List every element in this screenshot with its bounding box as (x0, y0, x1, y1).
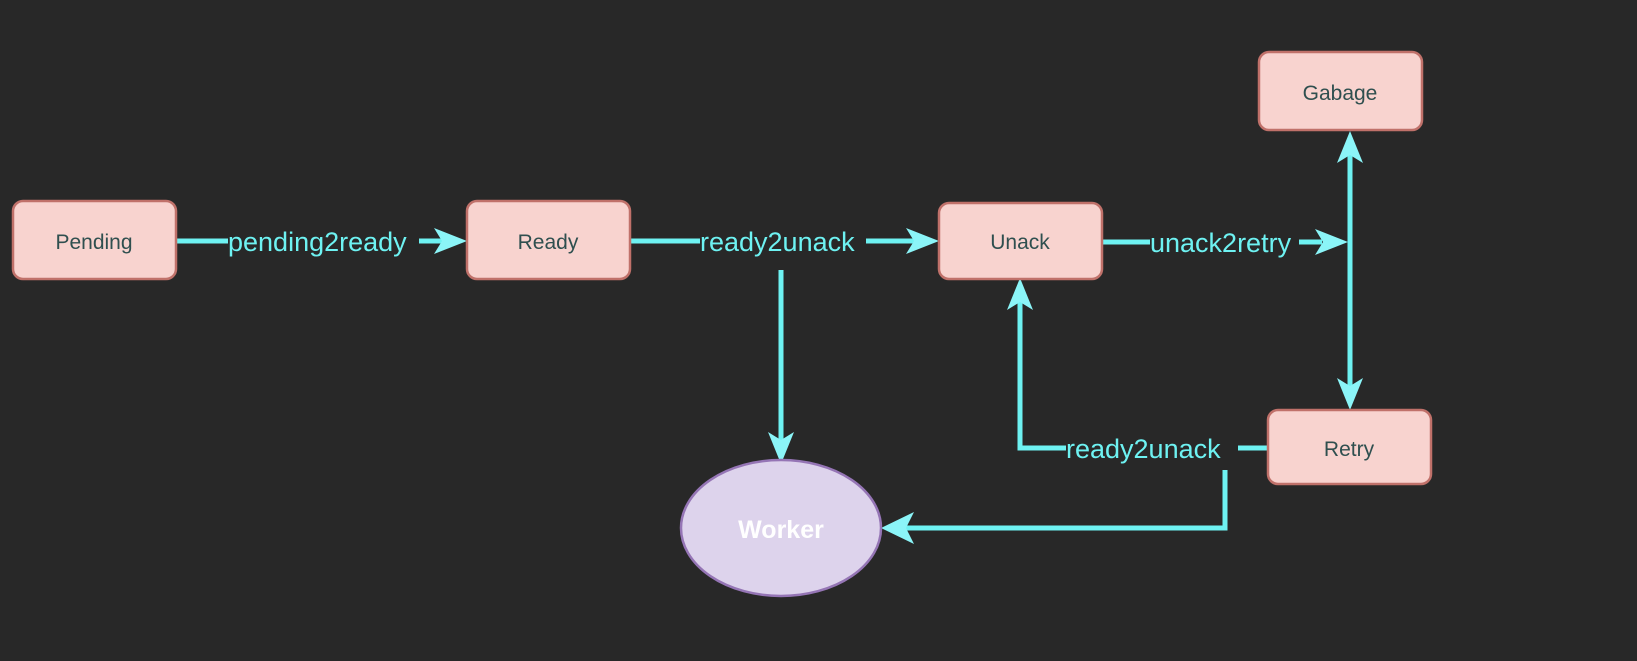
node-unack-label: Unack (990, 231, 1050, 254)
edge-gabage-retry-spine (1337, 131, 1363, 410)
node-pending-label: Pending (55, 231, 132, 254)
edge-retry-to-unack (1007, 278, 1268, 451)
edge-line-label-to-unack (1017, 300, 1066, 451)
edge-retry-to-worker (881, 470, 1228, 544)
node-retry-label: Retry (1324, 438, 1375, 461)
node-pending[interactable]: Pending (11, 199, 178, 281)
node-worker-label: Worker (738, 516, 824, 544)
diagram-canvas: pending2ready ready2unack unack2retry re… (0, 0, 1637, 661)
edge-label-ready2unack: ready2unack (700, 227, 855, 257)
node-ready[interactable]: Ready (465, 199, 632, 281)
edge-label-ready2unack-lower: ready2unack (1066, 434, 1221, 464)
node-unack[interactable]: Unack (937, 201, 1104, 281)
edge-ready-to-worker (768, 270, 794, 464)
node-ready-label: Ready (518, 231, 579, 254)
node-gabage-label: Gabage (1303, 82, 1378, 105)
diagram-svg: pending2ready ready2unack unack2retry re… (11, 50, 1433, 598)
node-retry[interactable]: Retry (1266, 408, 1433, 486)
node-gabage[interactable]: Gabage (1257, 50, 1424, 132)
edge-line-retry-to-worker (905, 470, 1228, 531)
edge-label-unack2retry: unack2retry (1150, 228, 1292, 258)
node-worker[interactable]: Worker (679, 458, 883, 598)
edge-label-pending2ready: pending2ready (228, 227, 407, 257)
